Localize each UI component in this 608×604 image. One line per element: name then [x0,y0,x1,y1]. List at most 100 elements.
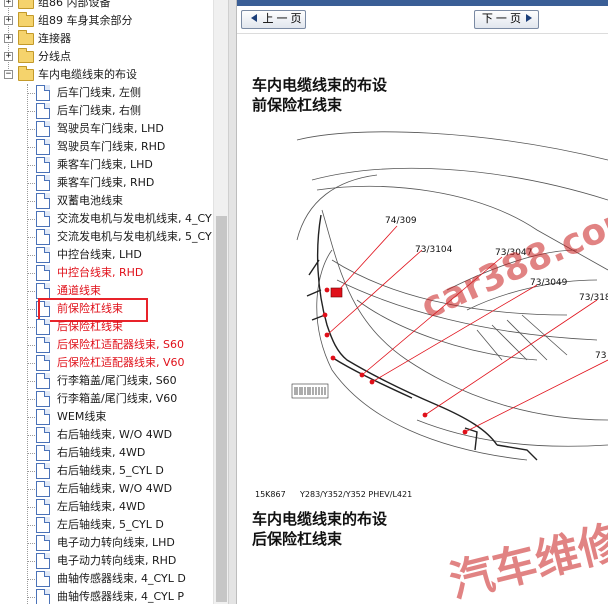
tree-node-label: 交流发电机与发电机线束, 4_CY [57,212,212,225]
expand-icon[interactable]: + [4,52,13,61]
expand-icon[interactable]: + [4,0,13,7]
tree-doc-node[interactable]: 左后轴线束, 5_CYL D [0,516,213,534]
document-icon [36,355,50,371]
tree-node-label: 后保险杠适配器线束, S60 [57,338,184,351]
next-page-label: 下 一 页 [481,13,521,25]
tree-guide-line [28,435,35,436]
barcode-label [291,383,329,399]
tree-guide-line [28,561,35,562]
tree-doc-node[interactable]: 行李箱盖/尾门线束, S60 [0,372,213,390]
tree-node-label: 分线点 [38,50,71,63]
document-icon [36,265,50,281]
tree-folder-node[interactable]: − 车内电缆线束的布设 [0,66,213,84]
folder-icon [18,30,34,45]
tree-doc-node[interactable]: 电子动力转向线束, RHD [0,552,213,570]
section-subtitle: 前保险杠线束 [252,96,343,114]
tree-guide-line [28,453,35,454]
watermark-text: 汽车维修 [444,516,608,604]
tree-doc-node[interactable]: 后保险杠适配器线束, V60 [0,354,213,372]
document-icon [36,85,50,101]
document-icon [36,175,50,191]
callout-label: 74/309 [385,216,417,226]
tree-doc-node[interactable]: 交流发电机与发电机线束, 4_CY [0,210,213,228]
tree-doc-node[interactable]: 后车门线束, 左侧 [0,84,213,102]
expand-icon[interactable]: + [4,34,13,43]
tree-doc-node[interactable]: 曲轴传感器线束, 4_CYL P [0,588,213,604]
tree-doc-node[interactable]: 交流发电机与发电机线束, 5_CY [0,228,213,246]
document-icon [36,157,50,173]
pane-splitter[interactable] [228,0,237,604]
document-icon [36,229,50,245]
next-page-button[interactable]: 下 一 页 [474,10,539,29]
document-icon [36,463,50,479]
tree-doc-node[interactable]: 右后轴线束, 5_CYL D [0,462,213,480]
tree-node-label: 组86 内部设备 [38,0,111,9]
document-icon [36,139,50,155]
tree-doc-node[interactable]: 右后轴线束, 4WD [0,444,213,462]
tree-doc-node[interactable]: 后车门线束, 右侧 [0,102,213,120]
document-icon [36,409,50,425]
tree-guide-line [28,201,35,202]
tree-guide-line [28,507,35,508]
collapse-icon[interactable]: − [4,70,13,79]
tree-doc-node[interactable]: 驾驶员车门线束, LHD [0,120,213,138]
tree-folder-node[interactable]: + 组89 车身其余部分 [0,12,213,30]
tree-guide-line [28,111,35,112]
document-icon [36,337,50,353]
tree-doc-node[interactable]: 右后轴线束, W/O 4WD [0,426,213,444]
tree-guide-line [28,543,35,544]
tree-doc-node[interactable]: 驾驶员车门线束, RHD [0,138,213,156]
tree-guide-line [28,417,35,418]
tree-doc-node[interactable]: 双蓄电池线束 [0,192,213,210]
tree-folder-node[interactable]: + 组86 内部设备 [0,0,213,12]
tree-doc-node[interactable]: 中控台线束, LHD [0,246,213,264]
document-icon [36,103,50,119]
figure-code: 15K867 [255,490,286,499]
tree-guide-line [28,237,35,238]
tree-doc-node[interactable]: WEM线束 [0,408,213,426]
tree-node-label: 驾驶员车门线束, LHD [57,122,164,135]
tree-doc-node[interactable]: 左后轴线束, W/O 4WD [0,480,213,498]
expand-icon[interactable]: + [4,16,13,25]
document-icon [36,193,50,209]
document-icon [36,553,50,569]
tree-doc-node[interactable]: 中控台线束, RHD [0,264,213,282]
tree-doc-node[interactable]: 后保险杠适配器线束, S60 [0,336,213,354]
tree-folder-node[interactable]: + 分线点 [0,48,213,66]
tree-node-label: 驾驶员车门线束, RHD [57,140,166,153]
tree-scrollbar-thumb[interactable] [216,216,227,602]
tree-guide-line [28,219,35,220]
tree-guide-line [28,309,35,310]
prev-page-button[interactable]: 上 一 页 [241,10,306,29]
tree-node-label: 行李箱盖/尾门线束, V60 [57,392,178,405]
tree-guide-line [28,471,35,472]
document-icon [36,391,50,407]
tree-doc-node[interactable]: 电子动力转向线束, LHD [0,534,213,552]
document-pane: 上 一 页 下 一 页 车内电缆线束的布设 前保险杠线束 74/309 73/3… [237,0,608,604]
tree-scrollbar[interactable] [213,0,228,604]
figure-model: Y283/Y352/Y352 PHEV/L421 [300,490,413,499]
tree-doc-node[interactable]: 行李箱盖/尾门线束, V60 [0,390,213,408]
document-icon [36,247,50,263]
tree-node-label: 右后轴线束, 4WD [57,446,146,459]
tree-guide-line [28,291,35,292]
tree-doc-node[interactable]: 左后轴线束, 4WD [0,498,213,516]
document-icon [36,589,50,604]
tree-node-label: 右后轴线束, 5_CYL D [57,464,164,477]
tree-guide-line [28,345,35,346]
callout-label: 73 [595,351,606,361]
tree-doc-node[interactable]: 乘客车门线束, LHD [0,156,213,174]
tree-guide-line [28,93,35,94]
tree-doc-node[interactable]: 曲轴传感器线束, 4_CYL D [0,570,213,588]
section-title: 车内电缆线束的布设 [252,76,388,94]
tree-doc-node[interactable]: 后保险杠线束 [0,318,213,336]
tree-folder-node[interactable]: + 连接器 [0,30,213,48]
tree-node-label: 连接器 [38,32,71,45]
tree-node-label: 后保险杠适配器线束, V60 [57,356,185,369]
tree-doc-node[interactable]: 乘客车门线束, RHD [0,174,213,192]
tree-node-label: 组89 车身其余部分 [38,14,133,27]
tree-guide-line [28,399,35,400]
document-icon [36,373,50,389]
tree-guide-line [28,381,35,382]
tree-guide-line [28,129,35,130]
